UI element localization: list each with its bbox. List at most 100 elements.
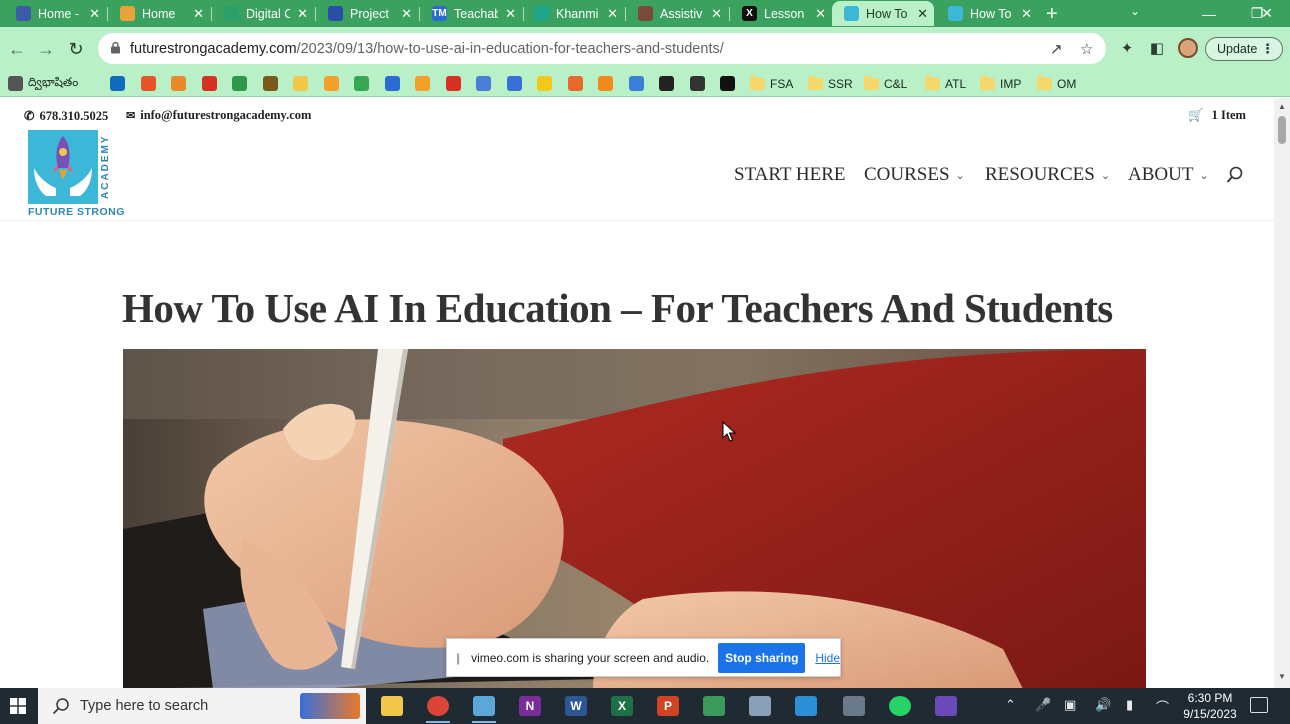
tab-close-icon[interactable]: ✕ — [89, 6, 100, 22]
taskbar-app-app-cyan[interactable] — [786, 688, 826, 724]
browser-tab[interactable]: Assistiv ✕ — [626, 1, 728, 26]
address-bar[interactable]: futurestrongacademy.com/2023/09/13/how-t… — [98, 33, 1106, 64]
bookmark-item[interactable]: ద్విభాషితం — [8, 74, 78, 93]
tab-close-icon[interactable]: ✕ — [401, 6, 412, 22]
browser-tab[interactable]: Khanmi ✕ — [522, 1, 624, 26]
scroll-up-icon[interactable]: ▲ — [1278, 102, 1286, 111]
back-icon[interactable]: ← — [4, 36, 30, 62]
device-icon[interactable]: ▣ — [1064, 697, 1076, 713]
tab-close-icon[interactable]: ✕ — [607, 6, 618, 22]
new-tab-button[interactable]: + — [1046, 3, 1058, 26]
bookmark-item[interactable] — [506, 74, 522, 93]
bookmark-folder[interactable]: C&L — [864, 74, 907, 93]
bookmark-item[interactable] — [140, 74, 156, 93]
bookmark-item[interactable] — [628, 74, 644, 93]
nav-item[interactable]: RESOURCES ⌄ — [985, 164, 1110, 186]
taskbar-app-app-purple[interactable] — [926, 688, 966, 724]
bookmark-item[interactable] — [262, 74, 278, 93]
taskbar-app-word[interactable]: W — [556, 688, 596, 724]
bookmark-folder[interactable]: OM — [1037, 74, 1076, 93]
tab-close-icon[interactable]: ✕ — [815, 6, 826, 22]
close-window-icon[interactable]: ✕ — [1244, 0, 1290, 27]
browser-tab[interactable]: How To ✕ — [936, 1, 1038, 26]
email-contact[interactable]: ✉ info@futurestrongacademy.com — [126, 108, 311, 123]
bookmark-item[interactable] — [476, 74, 491, 93]
tab-close-icon[interactable]: ✕ — [917, 6, 928, 22]
search-icon[interactable] — [1226, 166, 1244, 184]
browser-tab[interactable]: Project ✕ — [316, 1, 418, 26]
site-logo[interactable]: ACADEMY FUTURE STRONG — [28, 130, 124, 218]
taskbar-app-excel[interactable]: X — [602, 688, 642, 724]
wifi-icon[interactable]: ⌒ — [1156, 697, 1169, 716]
taskbar-app-file-explorer[interactable] — [372, 688, 412, 724]
taskbar-app-whatsapp[interactable] — [880, 688, 920, 724]
browser-tab[interactable]: TM Teachab ✕ — [420, 1, 522, 26]
bookmark-item[interactable] — [323, 74, 339, 93]
phone-contact[interactable]: ✆ 678.310.5025 — [24, 108, 108, 124]
tab-close-icon[interactable]: ✕ — [505, 6, 516, 22]
bookmark-item[interactable] — [445, 74, 461, 93]
minimize-icon[interactable]: — — [1186, 0, 1232, 27]
bookmark-item[interactable] — [415, 74, 430, 93]
reload-icon[interactable]: ↻ — [63, 36, 89, 62]
taskbar-app-app-green[interactable] — [694, 688, 734, 724]
bookmark-item[interactable] — [384, 74, 400, 93]
taskbar-app-onenote[interactable]: N — [510, 688, 550, 724]
browser-tab[interactable]: Home ✕ — [108, 1, 210, 26]
drag-handle-icon[interactable]: || — [456, 651, 465, 665]
scroll-down-icon[interactable]: ▼ — [1278, 672, 1286, 681]
search-highlight-image[interactable] — [300, 693, 360, 719]
tab-close-icon[interactable]: ✕ — [711, 6, 722, 22]
bookmark-item[interactable] — [354, 74, 369, 93]
show-hidden-icons[interactable]: ⌃ — [1005, 697, 1016, 713]
microphone-icon[interactable]: 🎤 — [1035, 697, 1051, 713]
bookmark-item[interactable] — [171, 74, 186, 93]
bookmark-item[interactable] — [537, 74, 552, 93]
notifications-icon[interactable] — [1250, 697, 1268, 713]
update-button[interactable]: Update ⋮ — [1205, 37, 1283, 61]
taskbar-app-chrome[interactable] — [418, 688, 458, 724]
bookmark-item[interactable] — [293, 74, 308, 93]
nav-item[interactable]: ABOUT ⌄ — [1128, 164, 1209, 186]
bookmark-item[interactable] — [720, 74, 735, 93]
tab-search-icon[interactable]: ⌄ — [1130, 4, 1140, 18]
browser-tab[interactable]: Digital C ✕ — [212, 1, 314, 26]
scrollbar-thumb[interactable] — [1278, 116, 1286, 144]
nav-item[interactable]: START HERE — [734, 164, 846, 186]
bookmark-item[interactable] — [689, 74, 705, 93]
taskbar-app-app-blue[interactable] — [464, 688, 504, 724]
volume-icon[interactable]: 🔊 — [1095, 697, 1111, 713]
cart-link[interactable]: 🛒 1 Item — [1188, 108, 1246, 123]
bookmark-item[interactable] — [110, 74, 125, 93]
stop-sharing-button[interactable]: Stop sharing — [718, 642, 806, 673]
bookmark-item[interactable] — [659, 74, 674, 93]
profile-avatar[interactable] — [1178, 38, 1198, 58]
taskbar-app-app-grey[interactable] — [740, 688, 780, 724]
bookmark-folder[interactable]: SSR — [808, 74, 853, 93]
taskbar-app-powerpoint[interactable]: P — [648, 688, 688, 724]
nav-item[interactable]: COURSES ⌄ — [864, 164, 965, 186]
hide-link[interactable]: Hide — [815, 651, 840, 665]
bookmark-item[interactable] — [567, 74, 583, 93]
share-icon[interactable]: ↗ — [1050, 40, 1063, 58]
taskbar-search-box[interactable]: Type here to search — [38, 688, 366, 724]
taskbar-app-camera[interactable] — [834, 688, 874, 724]
browser-tab[interactable]: Home - ✕ — [4, 1, 106, 26]
tab-close-icon[interactable]: ✕ — [1021, 6, 1032, 22]
battery-icon[interactable]: ▮ — [1126, 697, 1133, 713]
system-clock[interactable]: 6:30 PM 9/15/2023 — [1182, 690, 1238, 722]
tab-close-icon[interactable]: ✕ — [193, 6, 204, 22]
bookmark-item[interactable] — [232, 74, 247, 93]
bookmark-folder[interactable]: ATL — [925, 74, 966, 93]
menu-dots-icon[interactable]: ⋮ — [1261, 41, 1274, 57]
extensions-icon[interactable]: ✦ — [1115, 36, 1139, 60]
bookmark-folder[interactable]: FSA — [750, 74, 793, 93]
tab-close-icon[interactable]: ✕ — [297, 6, 308, 22]
forward-icon[interactable]: → — [33, 36, 59, 62]
bookmark-item[interactable] — [598, 74, 613, 93]
bookmark-star-icon[interactable]: ☆ — [1080, 40, 1093, 58]
bookmark-folder[interactable]: IMP — [980, 74, 1021, 93]
bookmark-item[interactable] — [201, 74, 217, 93]
windows-start-icon[interactable] — [10, 698, 26, 714]
browser-tab[interactable]: How To ✕ — [832, 1, 934, 26]
